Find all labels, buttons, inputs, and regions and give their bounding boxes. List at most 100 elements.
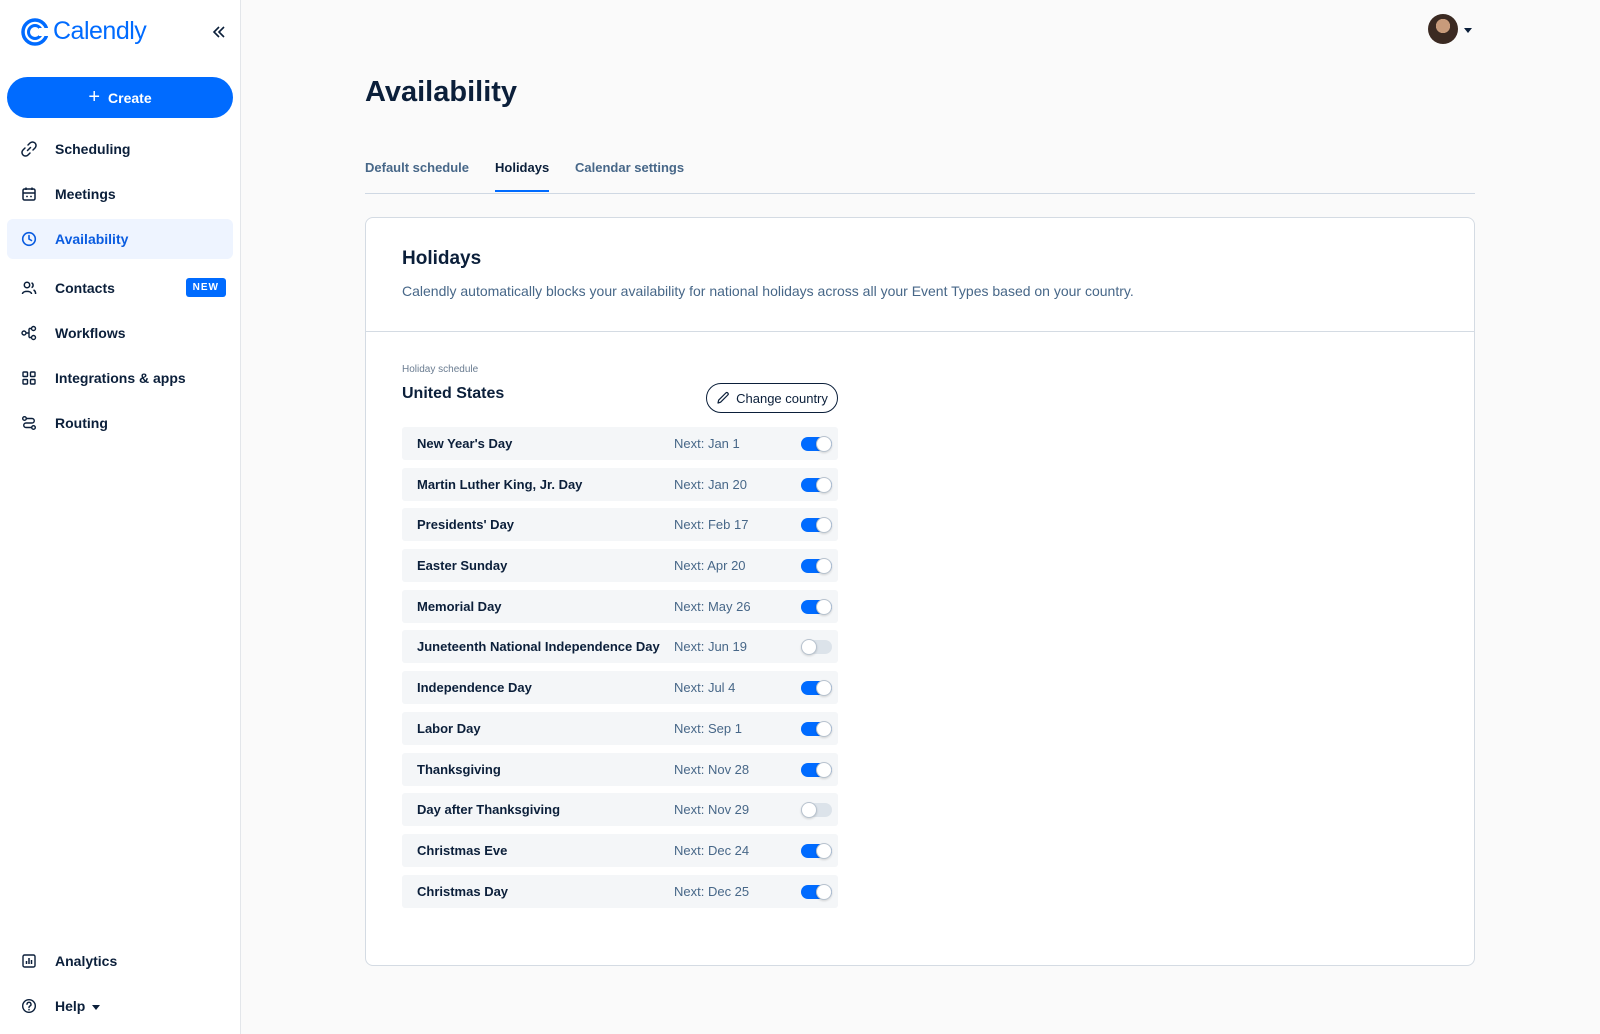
- holiday-toggle[interactable]: [801, 558, 832, 575]
- holiday-name: Juneteenth National Independence Day: [417, 639, 660, 655]
- toggle-knob: [816, 476, 832, 493]
- holiday-row: Day after Thanksgiving Next: Nov 29: [402, 793, 838, 827]
- toggle-knob: [816, 720, 832, 737]
- holiday-toggle[interactable]: [801, 883, 832, 900]
- clock-icon: [21, 231, 37, 247]
- sidebar-item-label: Help: [55, 998, 101, 1014]
- holiday-next-date: Next: Jun 19: [674, 639, 747, 655]
- avatar[interactable]: [1428, 14, 1458, 44]
- holiday-row: Christmas Eve Next: Dec 24: [402, 833, 838, 867]
- holiday-name: Christmas Day: [417, 883, 509, 899]
- holiday-toggle[interactable]: [801, 476, 832, 493]
- page-title: Availability: [365, 76, 518, 108]
- holidays-description: Calendly automatically blocks your avail…: [402, 283, 1134, 299]
- workflow-icon: [21, 325, 37, 341]
- new-badge: NEW: [185, 278, 226, 297]
- tabs: Default schedule Holidays Calendar setti…: [365, 150, 1475, 194]
- sidebar-item-label: Analytics: [55, 953, 118, 969]
- holiday-row: Labor Day Next: Sep 1: [402, 711, 838, 745]
- sidebar-item-contacts[interactable]: Contacts NEW: [7, 268, 233, 308]
- holiday-toggle[interactable]: [801, 598, 832, 615]
- holiday-next-date: Next: Dec 24: [674, 842, 750, 858]
- toggle-knob: [816, 517, 832, 534]
- country-name: United States: [402, 385, 505, 402]
- holiday-toggle[interactable]: [801, 680, 832, 697]
- holiday-row: Martin Luther King, Jr. Day Next: Jan 20: [402, 467, 838, 501]
- holidays-title: Holidays: [402, 248, 482, 269]
- holiday-toggle[interactable]: [801, 720, 832, 737]
- holiday-next-date: Next: Dec 25: [674, 883, 750, 899]
- holiday-name: Presidents' Day: [417, 517, 515, 533]
- chevron-down-icon: [92, 1004, 101, 1010]
- toggle-knob: [816, 842, 832, 859]
- holiday-next-date: Next: May 26: [674, 598, 751, 614]
- sidebar-item-routing[interactable]: Routing: [7, 403, 233, 443]
- sidebar-item-meetings[interactable]: Meetings: [7, 174, 233, 214]
- toggle-knob: [816, 680, 832, 697]
- collapse-sidebar-icon[interactable]: [209, 22, 229, 42]
- routing-icon: [21, 415, 37, 431]
- toggle-knob: [816, 883, 832, 900]
- holiday-schedule-label: Holiday schedule: [402, 364, 479, 375]
- chevron-down-icon[interactable]: [1464, 28, 1472, 33]
- sidebar-item-integrations[interactable]: Integrations & apps: [7, 358, 233, 398]
- create-button[interactable]: + Create: [7, 77, 233, 118]
- sidebar-item-label: Meetings: [55, 186, 116, 202]
- holiday-next-date: Next: Feb 17: [674, 517, 749, 533]
- toggle-knob: [816, 761, 832, 778]
- sidebar-item-workflows[interactable]: Workflows: [7, 313, 233, 353]
- sidebar-item-label: Routing: [55, 415, 108, 431]
- holiday-next-date: Next: Jan 20: [674, 476, 747, 492]
- holiday-toggle[interactable]: [801, 842, 832, 859]
- tab-calendar-settings[interactable]: Calendar settings: [575, 160, 684, 190]
- toggle-knob: [816, 558, 832, 575]
- brand-name: Calendly: [53, 17, 147, 45]
- holiday-row: Easter Sunday Next: Apr 20: [402, 549, 838, 583]
- create-button-label: Create: [108, 89, 152, 106]
- tab-holidays[interactable]: Holidays: [495, 160, 550, 192]
- sidebar-item-scheduling[interactable]: Scheduling: [7, 129, 233, 169]
- help-label: Help: [55, 998, 86, 1014]
- calendar-icon: [21, 186, 37, 202]
- holiday-row: Christmas Day Next: Dec 25: [402, 874, 838, 908]
- holiday-toggle[interactable]: [801, 639, 832, 656]
- sidebar-item-availability[interactable]: Availability: [7, 219, 233, 259]
- sidebar-item-analytics[interactable]: Analytics: [7, 941, 233, 981]
- change-country-button[interactable]: Change country: [706, 383, 838, 413]
- holiday-row: New Year's Day Next: Jan 1: [402, 427, 838, 460]
- holiday-toggle[interactable]: [801, 436, 832, 452]
- holiday-name: Labor Day: [417, 720, 481, 736]
- sidebar-item-label: Workflows: [55, 325, 126, 341]
- change-country-label: Change country: [736, 390, 828, 406]
- holiday-next-date: Next: Sep 1: [674, 720, 742, 736]
- analytics-icon: [21, 953, 37, 969]
- holiday-name: Thanksgiving: [417, 761, 501, 777]
- sidebar: Calendly + Create Scheduling Meetings Av…: [0, 0, 241, 1034]
- plus-icon: +: [88, 85, 101, 108]
- holiday-name: Easter Sunday: [417, 558, 508, 574]
- calendly-logo[interactable]: Calendly: [21, 17, 147, 46]
- pencil-icon: [717, 392, 729, 404]
- holiday-row: Independence Day Next: Jul 4: [402, 671, 838, 705]
- tab-default-schedule[interactable]: Default schedule: [365, 160, 469, 190]
- link-icon: [21, 141, 37, 157]
- holiday-name: Day after Thanksgiving: [417, 802, 561, 818]
- holiday-row: Presidents' Day Next: Feb 17: [402, 508, 838, 542]
- calendly-logo-icon: [21, 17, 49, 46]
- sidebar-item-label: Contacts: [55, 280, 115, 296]
- holiday-toggle[interactable]: [801, 517, 832, 534]
- sidebar-item-label: Scheduling: [55, 141, 131, 157]
- sidebar-item-help[interactable]: Help: [7, 986, 233, 1026]
- toggle-knob: [801, 639, 817, 656]
- help-icon: [21, 998, 37, 1014]
- toggle-knob: [801, 802, 817, 819]
- holiday-row: Thanksgiving Next: Nov 28: [402, 752, 838, 786]
- holiday-toggle[interactable]: [801, 761, 832, 778]
- holiday-next-date: Next: Jan 1: [674, 436, 740, 451]
- holidays-card-header: Holidays Calendly automatically blocks y…: [366, 218, 1474, 332]
- holiday-toggle[interactable]: [801, 802, 832, 819]
- sidebar-item-label: Integrations & apps: [55, 370, 186, 386]
- contacts-icon: [21, 280, 37, 296]
- holiday-name: Martin Luther King, Jr. Day: [417, 476, 583, 492]
- holiday-next-date: Next: Nov 28: [674, 761, 750, 777]
